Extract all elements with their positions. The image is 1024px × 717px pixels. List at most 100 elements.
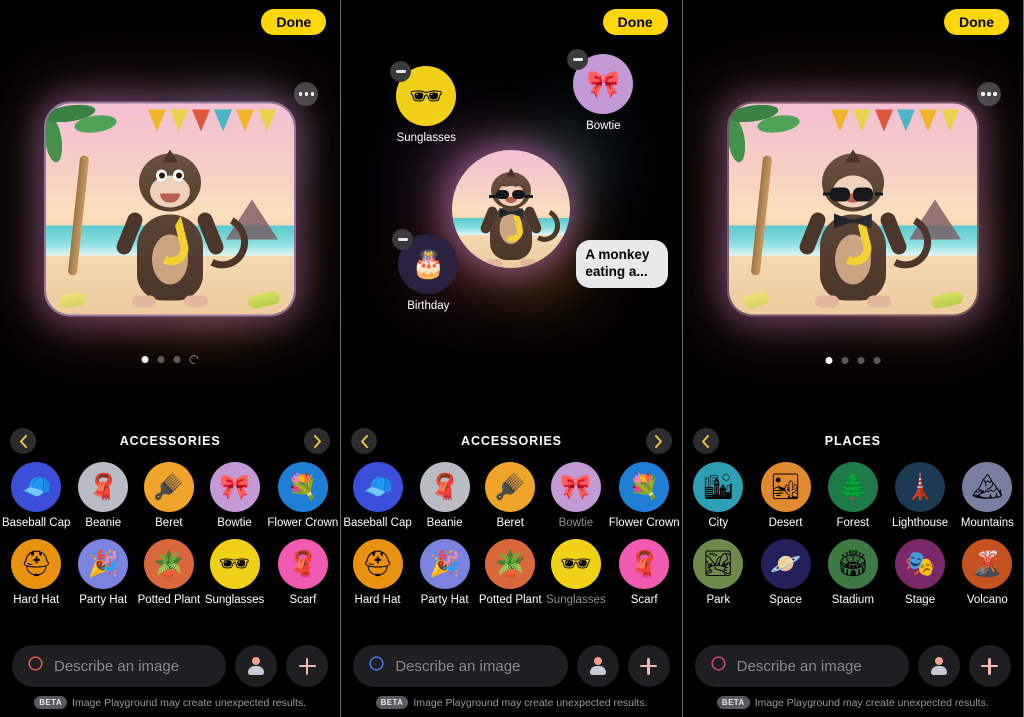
baseball-cap-icon[interactable]: 🧢 bbox=[11, 462, 62, 512]
category-item[interactable]: 🎭 Stage bbox=[886, 539, 953, 606]
scarf-icon[interactable]: 🧣 bbox=[619, 539, 670, 589]
category-item[interactable]: 🗼 Lighthouse bbox=[886, 462, 953, 529]
category-item[interactable]: 🪴 Potted Plant bbox=[136, 539, 202, 606]
chevron-left-icon[interactable] bbox=[351, 428, 378, 454]
describe-input[interactable]: Describe an image bbox=[12, 645, 227, 687]
forest-icon[interactable]: 🌲 bbox=[827, 462, 878, 512]
page-dot[interactable] bbox=[157, 356, 165, 363]
chevron-left-icon[interactable] bbox=[692, 428, 719, 454]
scarf-icon[interactable]: 🧣 bbox=[277, 539, 328, 589]
more-options-icon[interactable] bbox=[976, 82, 1001, 106]
concept-chip[interactable]: 🎂 Birthday bbox=[392, 229, 459, 312]
hard-hat-icon[interactable]: ⛑ bbox=[11, 539, 62, 589]
page-dot[interactable] bbox=[873, 357, 881, 364]
hard-hat-icon[interactable]: ⛑ bbox=[352, 539, 403, 589]
sunglasses-concept-icon[interactable]: 🕶 bbox=[390, 61, 457, 126]
sunglasses-icon[interactable]: 🕶 bbox=[550, 539, 601, 589]
category-item[interactable]: 💐 Flower Crown bbox=[267, 462, 338, 529]
category-item[interactable]: ⛑ Hard Hat bbox=[343, 539, 411, 606]
potted-plant-icon[interactable]: 🪴 bbox=[485, 539, 536, 589]
page-dot[interactable] bbox=[857, 357, 865, 364]
party-hat-icon[interactable]: 🎉 bbox=[78, 539, 129, 589]
category-item[interactable]: 🕶 Sunglasses bbox=[543, 539, 609, 606]
chevron-right-icon[interactable] bbox=[645, 428, 672, 454]
page-dot[interactable] bbox=[825, 357, 833, 364]
page-indicator[interactable] bbox=[141, 353, 201, 366]
category-item[interactable]: 🏙 City bbox=[685, 462, 752, 529]
plus-icon[interactable] bbox=[627, 645, 670, 687]
category-item[interactable]: 🧣 Scarf bbox=[267, 539, 338, 606]
category-item[interactable]: 🪐 Space bbox=[752, 539, 819, 606]
category-item[interactable]: 🏞 Park bbox=[685, 539, 752, 606]
page-indicator[interactable] bbox=[825, 357, 881, 364]
stadium-icon[interactable]: 🏟 bbox=[827, 539, 878, 589]
category-item[interactable]: 🎀 Bowtie bbox=[543, 462, 609, 529]
chevron-left-icon[interactable] bbox=[10, 428, 36, 454]
category-item[interactable]: 💐 Flower Crown bbox=[609, 462, 680, 529]
category-item[interactable]: 🌋 Volcano bbox=[954, 539, 1021, 606]
minus-icon[interactable] bbox=[392, 229, 414, 250]
category-item[interactable]: 🕶 Sunglasses bbox=[202, 539, 268, 606]
minus-icon[interactable] bbox=[390, 61, 412, 82]
category-item[interactable]: 🧣 Scarf bbox=[609, 539, 680, 606]
plus-icon[interactable] bbox=[286, 645, 329, 687]
party-hat-icon[interactable]: 🎉 bbox=[419, 539, 470, 589]
volcano-icon[interactable]: 🌋 bbox=[962, 539, 1013, 589]
mountains-icon[interactable]: 🏔 bbox=[962, 462, 1013, 512]
describe-input[interactable]: Describe an image bbox=[694, 645, 909, 687]
done-button[interactable]: Done bbox=[602, 8, 668, 36]
category-item[interactable]: 🏟 Stadium bbox=[819, 539, 886, 606]
category-item[interactable]: 🏔 Mountains bbox=[954, 462, 1021, 529]
concept-chip[interactable]: 🕶 Sunglasses bbox=[390, 61, 457, 144]
lighthouse-icon[interactable]: 🗼 bbox=[895, 462, 946, 512]
city-icon[interactable]: 🏙 bbox=[693, 462, 744, 512]
concept-chip[interactable]: 🎀 Bowtie bbox=[567, 49, 634, 132]
person-icon[interactable] bbox=[235, 645, 278, 687]
space-icon[interactable]: 🪐 bbox=[760, 539, 811, 589]
bowtie-concept-icon[interactable]: 🎀 bbox=[567, 49, 634, 114]
chevron-right-icon[interactable] bbox=[304, 428, 331, 454]
baseball-cap-icon[interactable]: 🧢 bbox=[352, 462, 403, 512]
regenerate-icon[interactable] bbox=[187, 353, 201, 366]
page-dot[interactable] bbox=[173, 356, 181, 363]
page-dot[interactable] bbox=[141, 356, 149, 363]
bowtie-icon[interactable]: 🎀 bbox=[550, 462, 601, 512]
category-item[interactable]: 🧣 Beanie bbox=[70, 462, 136, 529]
beanie-icon[interactable]: 🧣 bbox=[78, 462, 129, 512]
category-item[interactable]: 🌲 Forest bbox=[819, 462, 886, 529]
category-item[interactable]: 🧣 Beanie bbox=[412, 462, 478, 529]
beret-icon[interactable]: 🪮 bbox=[485, 462, 536, 512]
park-icon[interactable]: 🏞 bbox=[693, 539, 744, 589]
category-item[interactable]: 🏜 Desert bbox=[752, 462, 819, 529]
flower-crown-icon[interactable]: 💐 bbox=[619, 462, 670, 512]
category-item[interactable]: 🪮 Beret bbox=[477, 462, 543, 529]
person-icon[interactable] bbox=[917, 645, 960, 687]
beanie-icon[interactable]: 🧣 bbox=[419, 462, 470, 512]
done-button[interactable]: Done bbox=[261, 8, 327, 36]
beret-icon[interactable]: 🪮 bbox=[143, 462, 194, 512]
category-item[interactable]: 🎉 Party Hat bbox=[70, 539, 136, 606]
category-item[interactable]: 🪮 Beret bbox=[136, 462, 202, 529]
text-concept-chip[interactable]: A monkey eating a... bbox=[576, 240, 669, 288]
flower-crown-icon[interactable]: 💐 bbox=[277, 462, 328, 512]
category-item[interactable]: 🪴 Potted Plant bbox=[477, 539, 543, 606]
stage-icon[interactable]: 🎭 bbox=[895, 539, 946, 589]
generated-image[interactable] bbox=[44, 101, 297, 317]
category-item[interactable]: 🧢 Baseball Cap bbox=[2, 462, 70, 529]
done-button[interactable]: Done bbox=[943, 8, 1009, 36]
generated-image[interactable] bbox=[726, 101, 979, 317]
bowtie-icon[interactable]: 🎀 bbox=[209, 462, 260, 512]
plus-icon[interactable] bbox=[968, 645, 1011, 687]
potted-plant-icon[interactable]: 🪴 bbox=[143, 539, 194, 589]
category-item[interactable]: ⛑ Hard Hat bbox=[2, 539, 70, 606]
preview-orb[interactable] bbox=[452, 150, 571, 268]
page-dot[interactable] bbox=[841, 357, 849, 364]
category-item[interactable]: 🎀 Bowtie bbox=[202, 462, 268, 529]
birthday-concept-icon[interactable]: 🎂 bbox=[392, 229, 459, 294]
desert-icon[interactable]: 🏜 bbox=[760, 462, 811, 512]
describe-input[interactable]: Describe an image bbox=[353, 645, 568, 687]
person-icon[interactable] bbox=[576, 645, 619, 687]
minus-icon[interactable] bbox=[567, 49, 589, 70]
category-item[interactable]: 🧢 Baseball Cap bbox=[343, 462, 412, 529]
sunglasses-icon[interactable]: 🕶 bbox=[209, 539, 260, 589]
